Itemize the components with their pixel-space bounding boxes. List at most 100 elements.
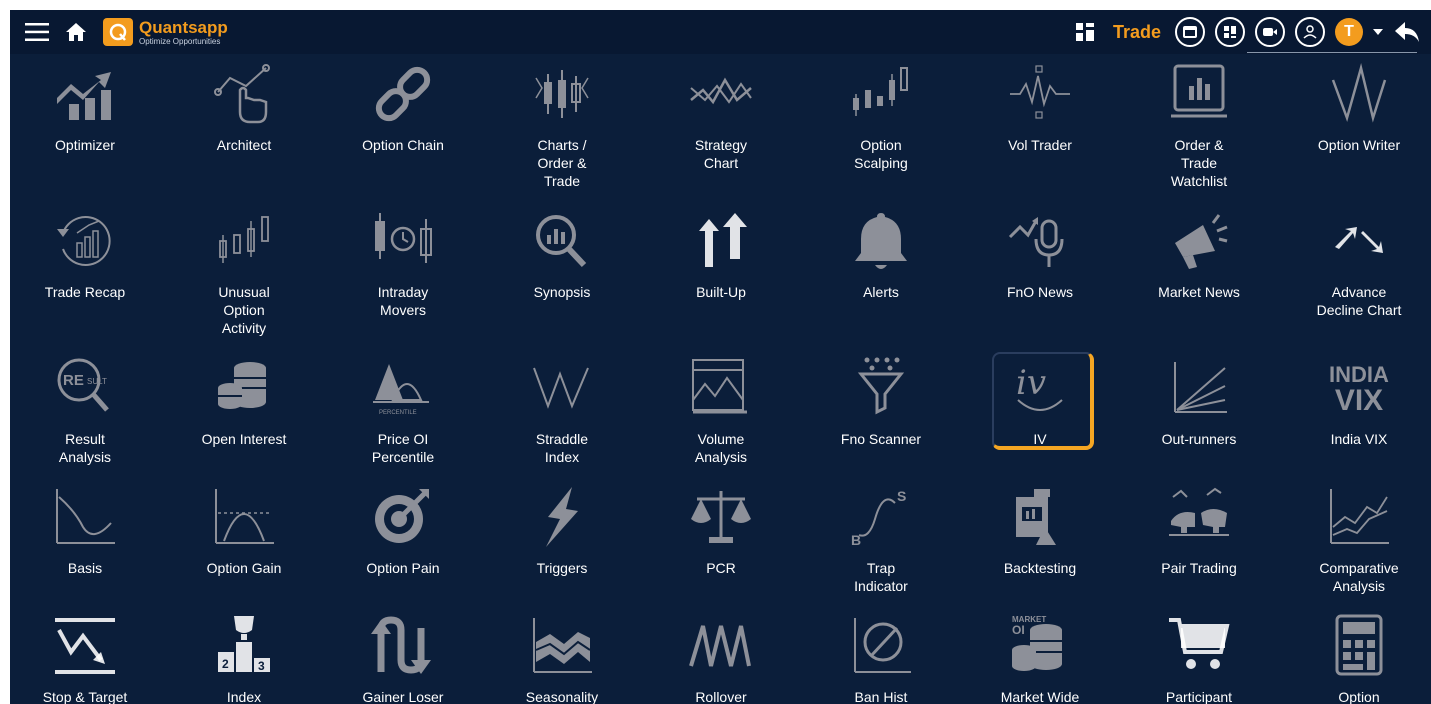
megaphone-icon [1163,207,1235,275]
tool-label: Ban Hist [854,689,908,704]
header-divider [1247,52,1417,53]
chain-link-icon [367,60,439,128]
tool-label: ParticipantData [1165,689,1233,704]
tool-label: Straddle Index [535,431,589,465]
tool-label: PCR [706,560,736,576]
logo-mark-icon [103,18,133,46]
tool-label: Gainer Loser [362,689,444,704]
svg-text:S: S [897,488,906,504]
tool-label: Option Writer [1317,137,1401,153]
video-icon[interactable] [1255,17,1285,47]
tool-label: Built-Up [696,284,746,300]
back-arrow-icon[interactable] [1393,20,1421,44]
trade-mode-label[interactable]: Trade [1113,22,1161,43]
watchlist-icon [1163,60,1235,128]
svg-text:PERCENTILE: PERCENTILE [379,410,417,416]
chevron-down-icon[interactable] [1373,28,1383,36]
lightning-icon [526,483,598,551]
tool-label: Triggers [536,560,588,576]
tool-label: Seasonality [525,689,599,704]
built-up-icon [685,207,757,275]
tool-label: Rollover [695,689,747,704]
brand-name: Quantsapp [139,17,228,37]
menu-icon[interactable] [25,22,49,42]
basis-icon [49,483,121,551]
synopsis-icon [526,207,598,275]
coins-stack-icon [208,354,280,422]
tool-label: OptionCalculator [1338,689,1380,704]
tool-label: Strategy Chart [694,137,748,171]
trophy-podium-icon: 23 [208,612,280,680]
tool-label: Pair Trading [1161,560,1237,576]
india-vix-icon: INDIA VIX [1323,354,1395,422]
svg-text:iv: iv [1016,363,1046,403]
tool-label: Stop & Target [42,689,128,704]
tool-label: Option Gain [206,560,282,576]
straddle-icon [526,354,598,422]
tool-label: Option Scalping [854,137,908,171]
layout-icon[interactable] [1215,17,1245,47]
tool-label: Trap Indicator [854,560,908,594]
scales-icon [685,483,757,551]
option-gain-icon [208,483,280,551]
percentile-icon: PERCENTILE [367,354,439,422]
tool-label: Fno Scanner [840,431,922,447]
vol-trader-icon [1004,60,1076,128]
tool-label: Open Interest [201,431,287,447]
grid-dashboard-icon[interactable] [1075,22,1095,42]
bull-bear-icon [1163,483,1235,551]
rollover-icon [685,612,757,680]
tool-label: Advance Decline Chart [1316,284,1402,318]
seasonality-icon [526,612,598,680]
svg-text:B: B [851,532,861,548]
tool-label: Volume Analysis [694,431,748,465]
candlestick-icon [526,60,598,128]
calculator-icon [1323,612,1395,680]
tool-label: FnO News [1006,284,1074,300]
tool-label: Trade Recap [44,284,126,300]
fno-news-icon [1004,207,1076,275]
trap-icon: BS [845,483,917,551]
brand-logo[interactable]: Quantsapp Optimize Opportunities [103,18,228,46]
tool-label: IndexContributors [226,689,262,704]
tool-label: Market News [1158,284,1240,300]
ban-icon [845,612,917,680]
training-icon[interactable] [1295,17,1325,47]
home-icon[interactable] [65,22,87,42]
tool-label: Out-runners [1161,431,1237,447]
tool-label: Option Pain [366,560,440,576]
app-window: Quantsapp Optimize Opportunities Trade T… [10,10,1431,704]
svg-text:OI: OI [1012,623,1025,637]
svg-text:3: 3 [258,659,265,673]
tool-label: Vol Trader [1008,137,1072,153]
option-writer-icon [1323,60,1395,128]
tools-grid: Optimizer Architect Option Chain Charts / Or… [10,54,1431,704]
tool-label: Order & Trade Watchlist [1170,137,1228,189]
advance-decline-icon [1323,207,1395,275]
tool-label: Intraday Movers [377,284,429,318]
cart-icon [1163,612,1235,680]
strategy-chart-icon [685,60,757,128]
tool-label: Result Analysis [58,431,112,465]
tool-label: Basis [67,560,103,576]
tool-label: Price OI Percentile [371,431,435,465]
result-analysis-icon: RE SULT [49,354,121,422]
tool-label: Charts / Order & Trade [537,137,587,189]
user-avatar[interactable]: T [1335,18,1363,46]
market-wide-oi-icon: MARKET OI [1004,612,1076,680]
top-bar-left: Quantsapp Optimize Opportunities [25,18,228,46]
funnel-icon [845,354,917,422]
window-icon[interactable] [1175,17,1205,47]
scalping-icon [845,60,917,128]
optimizer-icon [49,60,121,128]
unusual-activity-icon [208,207,280,275]
intraday-movers-icon [367,207,439,275]
tool-label: Unusual Option Activity [218,284,270,336]
architect-icon [208,60,280,128]
tool-label: India VIX [1330,431,1388,447]
volume-analysis-icon [685,354,757,422]
tool-label: Optimizer [55,137,115,153]
svg-text:RE: RE [63,372,84,389]
tool-label: Comparative Analysis [1319,560,1399,594]
top-bar: Quantsapp Optimize Opportunities Trade T [10,10,1431,54]
